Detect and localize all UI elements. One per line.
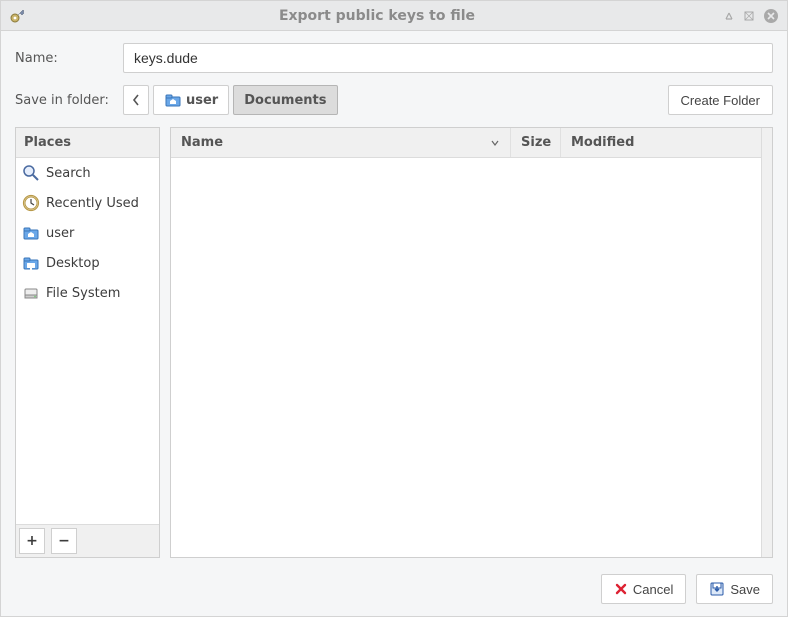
places-item-label: Desktop — [46, 256, 100, 271]
column-modified-label: Modified — [571, 135, 634, 150]
column-header-size[interactable]: Size — [511, 128, 561, 157]
places-item-desktop[interactable]: Desktop — [16, 248, 159, 278]
create-folder-label: Create Folder — [681, 93, 760, 108]
path-segment-user[interactable]: user — [153, 85, 229, 115]
save-button[interactable]: Save — [696, 574, 773, 604]
cancel-button[interactable]: Cancel — [601, 574, 686, 604]
create-folder-button[interactable]: Create Folder — [668, 85, 773, 115]
maximize-icon[interactable] — [743, 10, 755, 22]
path-segment-label: Documents — [244, 93, 326, 108]
name-label: Name: — [15, 51, 115, 66]
places-item-label: user — [46, 226, 74, 241]
path-breadcrumb: user Documents — [123, 85, 338, 115]
folder-row: Save in folder: user Documents — [15, 85, 773, 115]
places-item-search[interactable]: Search — [16, 158, 159, 188]
drive-icon — [22, 284, 40, 302]
path-segment-label: user — [186, 93, 218, 108]
places-item-filesystem[interactable]: File System — [16, 278, 159, 308]
places-item-recent[interactable]: Recently Used — [16, 188, 159, 218]
close-icon[interactable] — [763, 8, 779, 24]
minimize-icon[interactable] — [723, 10, 735, 22]
places-header: Places — [16, 128, 159, 158]
column-headers: Name Size Modified — [171, 128, 761, 158]
file-rows[interactable] — [171, 158, 761, 557]
home-folder-icon — [22, 224, 40, 242]
window-controls — [723, 8, 779, 24]
places-item-label: File System — [46, 286, 120, 301]
column-header-name[interactable]: Name — [171, 128, 511, 157]
dialog-footer: Cancel Save — [15, 570, 773, 604]
places-item-label: Recently Used — [46, 196, 139, 211]
titlebar: Export public keys to file — [1, 1, 787, 31]
save-icon — [709, 581, 725, 597]
path-back-button[interactable] — [123, 85, 149, 115]
filename-input[interactable] — [123, 43, 773, 73]
app-icon — [9, 8, 25, 24]
remove-bookmark-button[interactable]: − — [51, 528, 77, 554]
places-item-home[interactable]: user — [16, 218, 159, 248]
cancel-label: Cancel — [633, 582, 673, 597]
file-chooser: Places Search Recently Used — [15, 127, 773, 558]
column-size-label: Size — [521, 135, 551, 150]
places-panel: Places Search Recently Used — [15, 127, 160, 558]
places-item-label: Search — [46, 166, 91, 181]
name-row: Name: — [15, 43, 773, 73]
chevron-left-icon — [132, 94, 140, 106]
cancel-icon — [614, 582, 628, 596]
places-toolbar: + − — [16, 524, 159, 557]
scrollbar[interactable] — [761, 128, 772, 557]
export-dialog: Export public keys to file Name: Save in… — [0, 0, 788, 617]
home-folder-icon — [164, 91, 182, 109]
column-name-label: Name — [181, 135, 223, 150]
plus-icon: + — [26, 533, 38, 549]
add-bookmark-button[interactable]: + — [19, 528, 45, 554]
dialog-body: Name: Save in folder: user Do — [1, 31, 787, 616]
folder-label: Save in folder: — [15, 93, 115, 108]
sort-indicator-icon — [490, 138, 500, 148]
file-list-panel: Name Size Modified — [170, 127, 773, 558]
window-title: Export public keys to file — [31, 8, 723, 24]
places-list: Search Recently Used user — [16, 158, 159, 524]
minus-icon: − — [58, 533, 70, 549]
path-segment-documents[interactable]: Documents — [233, 85, 337, 115]
clock-icon — [22, 194, 40, 212]
desktop-icon — [22, 254, 40, 272]
search-icon — [22, 164, 40, 182]
save-label: Save — [730, 582, 760, 597]
column-header-modified[interactable]: Modified — [561, 128, 761, 157]
